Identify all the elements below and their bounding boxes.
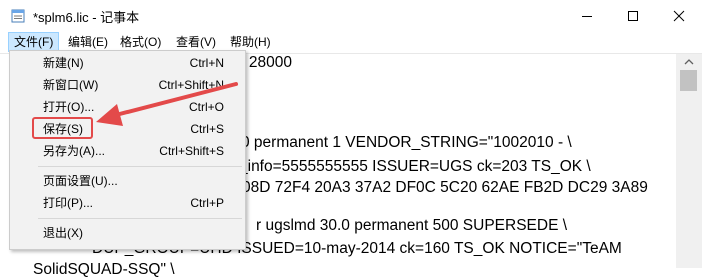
- annotation-arrow-icon: [96, 82, 238, 126]
